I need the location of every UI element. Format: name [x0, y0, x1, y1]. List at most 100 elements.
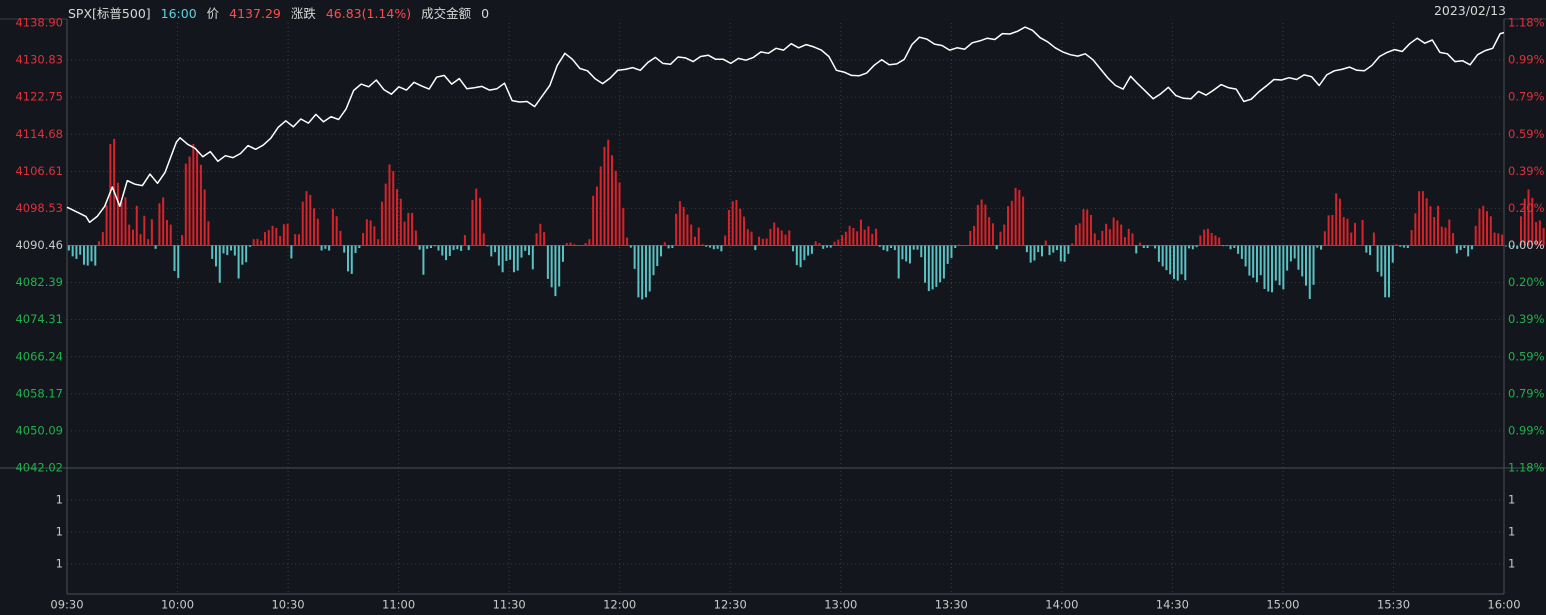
- down-bar: [456, 245, 459, 250]
- down-bar: [1135, 245, 1138, 254]
- down-bar: [71, 245, 74, 257]
- up-bar: [1150, 245, 1153, 247]
- down-bar: [890, 245, 893, 249]
- up-bar: [1074, 225, 1077, 246]
- up-bar: [588, 239, 591, 246]
- down-bar: [516, 245, 519, 271]
- down-bar: [241, 245, 244, 265]
- down-bar: [1399, 245, 1402, 247]
- up-bar: [727, 209, 730, 246]
- down-bar: [712, 245, 715, 250]
- up-bar: [414, 230, 417, 246]
- up-bar: [139, 234, 142, 246]
- left-price-tick: 4122.75: [15, 90, 63, 104]
- down-bar: [437, 245, 440, 251]
- up-bar: [1436, 205, 1439, 246]
- down-bar: [1180, 245, 1183, 275]
- down-bar: [1225, 245, 1228, 247]
- up-bar: [1414, 213, 1417, 246]
- down-bar: [1237, 245, 1240, 254]
- up-bar: [305, 191, 308, 246]
- down-bar: [501, 245, 504, 273]
- down-bar: [448, 245, 451, 256]
- down-bar: [441, 245, 444, 256]
- up-bar: [773, 222, 776, 246]
- down-bar: [644, 245, 647, 298]
- up-bar: [124, 197, 127, 246]
- up-bar: [976, 204, 979, 246]
- up-bar: [260, 240, 263, 246]
- up-bar: [701, 244, 704, 246]
- price-line: [66, 26, 1505, 224]
- axis-layer: [0, 18, 1546, 595]
- up-bar: [626, 237, 629, 246]
- up-bar: [614, 170, 617, 246]
- up-bar: [162, 197, 165, 246]
- time-tick: 15:00: [1266, 598, 1299, 612]
- up-bar: [297, 234, 300, 246]
- right-percent-tick: 0.99%: [1508, 53, 1545, 67]
- up-bar: [147, 239, 150, 246]
- down-bar: [995, 245, 998, 250]
- up-bar: [1335, 193, 1338, 246]
- up-bar: [784, 234, 787, 246]
- up-bar: [388, 164, 391, 246]
- up-bar: [1474, 225, 1477, 246]
- down-bar: [550, 245, 553, 288]
- up-bar: [1139, 242, 1142, 246]
- left-price-tick: 4090.46: [15, 238, 63, 252]
- down-bar: [652, 245, 655, 276]
- up-bar: [365, 219, 368, 246]
- up-bar: [143, 215, 146, 246]
- down-bar: [1172, 245, 1175, 279]
- up-bar: [279, 235, 282, 246]
- up-bar: [969, 230, 972, 246]
- down-bar: [1376, 245, 1379, 272]
- down-bar: [799, 245, 802, 268]
- up-bar: [678, 201, 681, 246]
- up-bar: [1429, 206, 1432, 246]
- down-bar: [248, 245, 251, 247]
- volume-tick-right: 1: [1508, 525, 1515, 539]
- down-bar: [1380, 245, 1383, 277]
- up-bar: [758, 236, 761, 246]
- down-bar: [528, 245, 531, 256]
- up-bar: [1342, 217, 1345, 246]
- up-bar: [392, 171, 395, 246]
- up-bar: [1323, 231, 1326, 246]
- down-bar: [1369, 245, 1372, 256]
- left-price-tick: 4138.90: [15, 16, 63, 30]
- down-bar: [893, 245, 896, 251]
- down-bar: [1259, 245, 1262, 276]
- up-bar: [373, 226, 376, 246]
- down-bar: [1059, 245, 1062, 262]
- down-bar: [1391, 245, 1394, 263]
- down-bar: [807, 245, 810, 256]
- down-bar: [1161, 245, 1164, 267]
- up-bar: [1482, 205, 1485, 246]
- down-bar: [1286, 245, 1289, 271]
- up-bar: [1444, 227, 1447, 246]
- down-bar: [1157, 245, 1160, 262]
- up-bar: [622, 207, 625, 246]
- down-bar: [920, 245, 923, 258]
- volume-tick-left: 1: [56, 557, 63, 571]
- intraday-chart[interactable]: 4138.90 1.18% 4130.83 0.99% 4122.75 0.79% 4114…: [0, 0, 1546, 615]
- up-bar: [1105, 223, 1108, 246]
- grid-layer: [67, 23, 1504, 594]
- down-bar: [916, 245, 919, 250]
- up-bar: [301, 201, 304, 246]
- down-bar: [803, 245, 806, 261]
- up-bar: [1372, 232, 1375, 246]
- up-bar: [150, 219, 153, 246]
- down-bar: [460, 245, 463, 251]
- down-bar: [1504, 245, 1507, 247]
- volume-tick-left: 1: [56, 493, 63, 507]
- down-bar: [418, 245, 421, 250]
- down-bar: [905, 245, 908, 262]
- down-bar: [882, 245, 885, 251]
- up-bar: [1108, 229, 1111, 246]
- up-bar: [769, 228, 772, 246]
- up-bar: [603, 146, 606, 246]
- left-price-tick: 4042.02: [15, 461, 63, 475]
